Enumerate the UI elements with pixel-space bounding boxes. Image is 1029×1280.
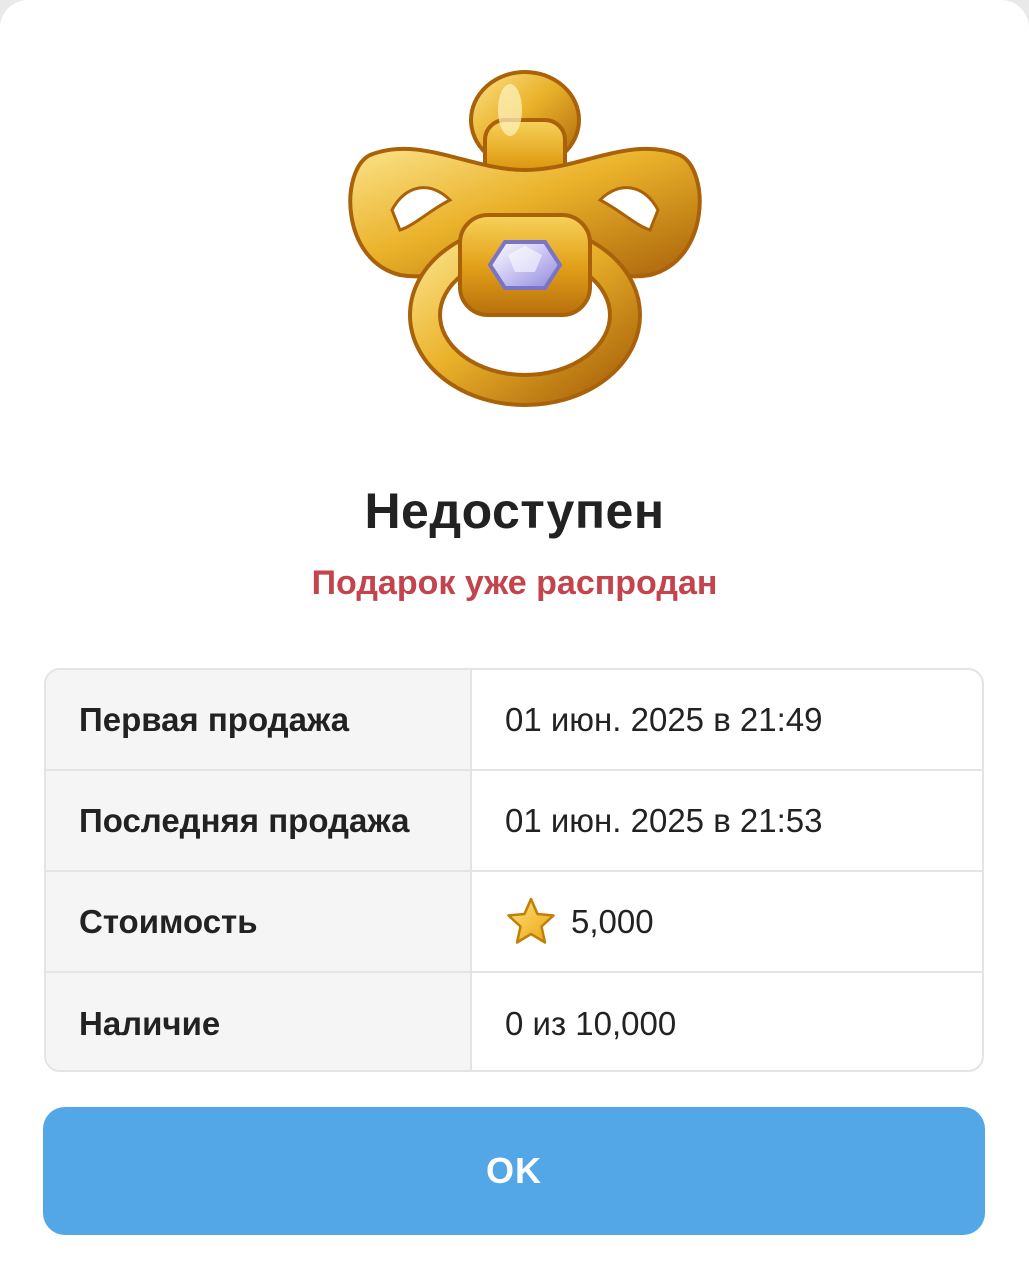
pacifier-icon xyxy=(348,70,702,407)
gift-info-sheet: Недоступен Подарок уже распродан Первая … xyxy=(0,0,1029,1280)
sold-out-status: Подарок уже распродан xyxy=(311,564,718,602)
page-title: Недоступен xyxy=(364,483,665,539)
table-row: Последняя продажа 01 июн. 2025 в 21:53 xyxy=(46,771,982,872)
price-label: Стоимость xyxy=(46,872,472,971)
availability-label: Наличие xyxy=(46,973,472,1070)
table-row: Первая продажа 01 июн. 2025 в 21:49 xyxy=(46,670,982,771)
gift-details-table: Первая продажа 01 июн. 2025 в 21:49 Посл… xyxy=(44,668,984,1072)
price-cell: 5,000 xyxy=(472,872,982,971)
price-value: 5,000 xyxy=(571,902,654,940)
ok-button[interactable]: OK xyxy=(43,1107,985,1235)
table-row: Наличие 0 из 10,000 xyxy=(46,973,982,1070)
table-row: Стоимость 5,000 xyxy=(46,872,982,973)
star-icon xyxy=(507,897,555,944)
last-sale-value: 01 июн. 2025 в 21:53 xyxy=(505,801,823,839)
first-sale-label: Первая продажа xyxy=(46,670,472,769)
first-sale-value: 01 июн. 2025 в 21:49 xyxy=(505,700,823,738)
last-sale-label: Последняя продажа xyxy=(46,771,472,870)
availability-value: 0 из 10,000 xyxy=(505,1004,677,1042)
